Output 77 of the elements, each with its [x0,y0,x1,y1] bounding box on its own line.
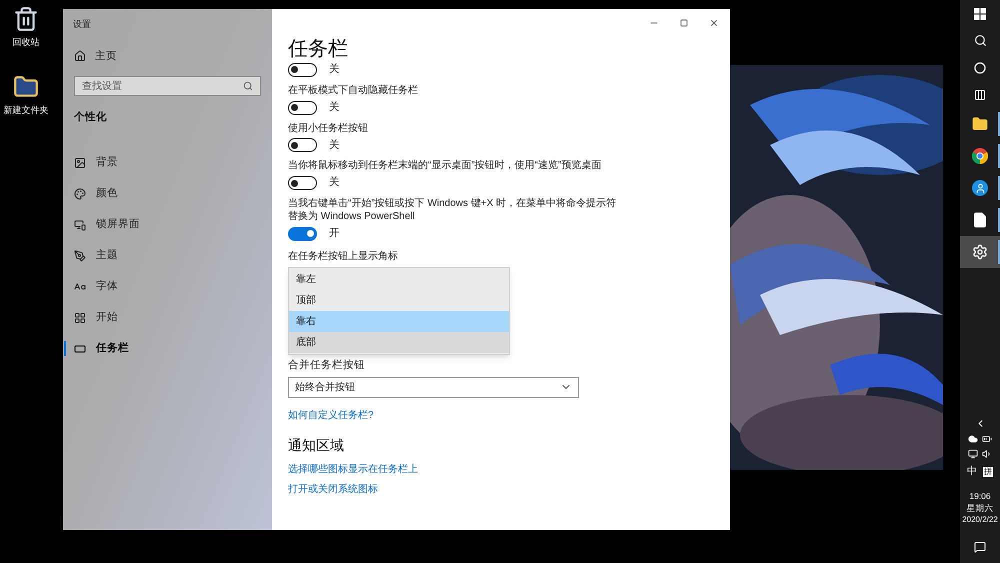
circle-icon[interactable] [974,62,986,74]
pen-icon [74,250,86,262]
search-icon[interactable] [974,34,986,47]
toggle-state: 关 [329,175,340,190]
home-link[interactable]: 主页 [74,48,272,64]
sidebar-item[interactable]: 开始 [74,310,118,326]
clock-weekday[interactable]: 星期六 [966,502,994,514]
search-field[interactable]: 查找设置 [74,76,261,96]
section-heading: 个性化 [74,110,108,126]
running-indicator [998,208,1000,232]
taskbar-app[interactable] [960,236,1000,268]
menu-option[interactable]: 顶部 [289,290,509,311]
toggle-state: 关 [329,62,340,77]
volume-icon[interactable] [982,449,992,459]
menu-option[interactable]: 靠左 [289,268,509,290]
toggle-state: 关 [329,100,340,115]
recycle-bin-icon [13,6,39,32]
user-icon [972,180,988,196]
running-indicator [998,240,1000,264]
picture-icon [74,156,86,168]
settings-icon [972,244,988,260]
cloud-icon[interactable] [968,434,978,444]
help-link[interactable]: 如何自定义任务栏? [288,408,374,422]
toggle-switch[interactable] [288,226,317,241]
settings-link[interactable]: 选择哪些图标显示在任务栏上 [288,462,418,476]
clock-date[interactable]: 2020/2/22 [962,514,998,526]
page-title: 任务栏 [288,37,349,61]
search-icon [243,81,253,92]
sidebar-item[interactable]: 字体 [74,278,118,294]
notification-icon[interactable] [974,541,986,553]
close-icon [708,18,718,28]
setting-label: 当你将鼠标移动到任务栏末端的“显示桌面”按钮时，使用“速览”预览桌面 [288,159,602,172]
sidebar-item[interactable]: 颜色 [74,186,118,202]
palette-icon [74,188,86,200]
toggle-switch[interactable] [288,100,317,115]
toggle-switch[interactable] [288,62,317,77]
icon-label: 回收站 [12,36,40,49]
setting-label: 合并任务栏按钮 [288,358,366,373]
file-icon [972,212,988,228]
grid-icon [74,312,86,324]
network-icon[interactable] [968,449,978,459]
taskbar-icon [74,342,86,354]
combine-dropdown[interactable]: 始终合并按钮 [288,376,579,398]
ime-indicator[interactable]: 拼 [983,466,993,476]
toggle-state: 关 [329,138,340,152]
sidebar-item[interactable]: 锁屏界面 [74,216,140,232]
chrome-icon [972,148,988,164]
battery-icon[interactable] [982,434,992,444]
windows-icon[interactable] [974,8,986,20]
setting-label: 在平板模式下自动隐藏任务栏 [288,84,419,97]
running-indicator [998,112,1000,136]
sidebar-item[interactable]: 主题 [74,248,118,264]
sidebar-item[interactable]: 背景 [74,154,118,170]
maximize-icon [680,19,688,27]
window-title: 设置 [73,18,92,31]
sidebar-item[interactable]: 任务栏 [74,340,129,356]
folder-icon [972,116,988,132]
clock-time[interactable]: 19:06 [969,490,991,502]
running-indicator [998,144,1000,168]
setting-label: 在任务栏按钮上显示角标 [288,250,399,264]
folder-icon [13,74,39,100]
running-indicator [998,176,1000,200]
screen-icon [74,218,86,230]
section-heading: 通知区域 [288,436,345,454]
menu-option[interactable]: 靠右 [289,310,509,332]
menu-option[interactable]: 底部 [289,332,509,353]
toggle-switch[interactable] [288,138,317,152]
font-icon [74,280,86,292]
toggle-switch[interactable] [288,176,317,190]
ime-mode[interactable]: 中 [967,464,977,479]
setting-label: 使用小任务栏按钮 [288,122,369,134]
home-icon [74,50,86,62]
settings-link[interactable]: 打开或关闭系统图标 [288,482,378,496]
icon-label: 新建文件夹 [4,104,48,117]
task-view-icon[interactable] [974,88,986,100]
toggle-state: 开 [329,226,340,241]
setting-label: 当我右键单击“开始”按钮或按下 Windows 键+X 时，在菜单中将命令提示符替换为 Windows PowerShell [288,197,618,223]
